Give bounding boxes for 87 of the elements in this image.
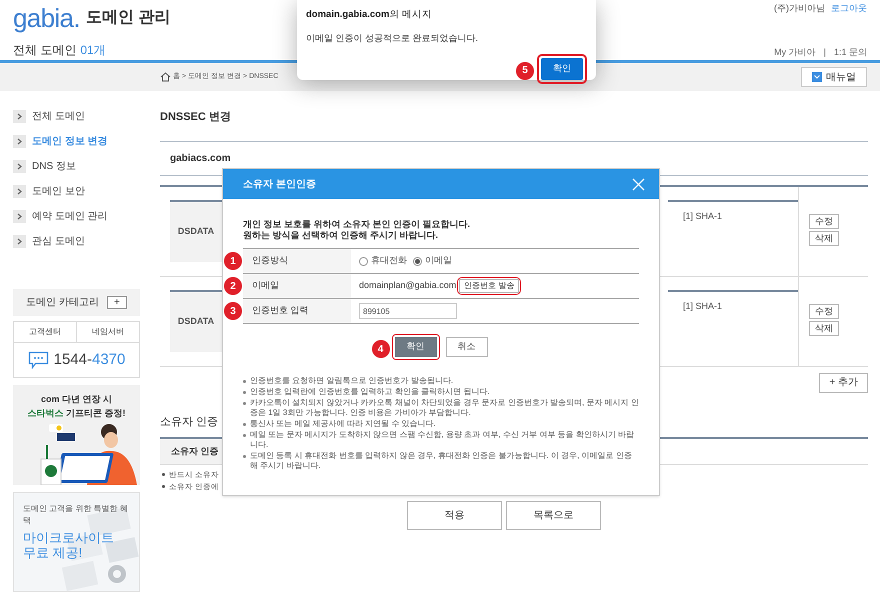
bullet-icon <box>243 455 246 458</box>
domain-count: 01개 <box>80 42 106 59</box>
microsite-headline: 마이크로사이트 <box>23 530 115 545</box>
intro-text: 개인 정보 보호를 위하여 소유자 본인 인증이 필요합니다. <box>243 219 472 230</box>
sidebar-item[interactable]: DNS 정보 <box>32 159 76 174</box>
intro-text: 원하는 방식을 선택하여 인증해 주시기 바랍니다. <box>243 230 440 241</box>
dialog-button[interactable]: 확인 <box>394 337 436 357</box>
sidebar-item[interactable]: 전체 도메인 <box>32 109 85 124</box>
add-record-button[interactable]: + 추가 <box>819 372 868 392</box>
step-marker: 2 <box>224 277 242 295</box>
radio-option[interactable]: 이메일 <box>413 254 452 268</box>
record-action-button[interactable]: 수정 <box>809 214 839 228</box>
alert-title: domain.gabia.com의 메시지 <box>306 8 434 22</box>
promo-banner[interactable]: com 다년 연장 시 스타벅스 기프티콘 증정! <box>13 385 140 485</box>
digest-cell: [1] SHA-1 <box>668 290 798 352</box>
field-label: 이메일 <box>243 274 351 298</box>
chevron-icon <box>13 235 26 248</box>
bullet-icon <box>243 391 246 394</box>
email-value: domainplan@gabia.com <box>359 279 456 292</box>
bullet-icon <box>243 402 246 405</box>
alert-ok-button[interactable]: 확인 <box>541 58 583 80</box>
record-type-cell: DSDATA <box>170 290 222 352</box>
bullet-icon <box>162 485 165 488</box>
field-label: 인증방식 <box>243 249 351 273</box>
record-action-button[interactable]: 수정 <box>809 304 839 318</box>
notice-text: 인증번호를 요청하면 알림톡으로 인증번호가 발송됩니다. <box>250 376 454 386</box>
notice-text: 인증번호 입력란에 인증번호를 입력하고 확인을 클릭하시면 됩니다. <box>250 387 490 397</box>
header-link[interactable]: My 가비아 <box>774 46 816 59</box>
home-icon[interactable] <box>160 72 171 82</box>
section-title: 소유자 인증 <box>160 414 218 430</box>
chat-icon <box>28 351 49 369</box>
radio-button[interactable] <box>359 256 368 266</box>
header-link[interactable]: 1:1 문의 <box>834 46 867 59</box>
page-title: DNSSEC 변경 <box>160 110 232 125</box>
promo-text: com 다년 연장 시 <box>40 393 112 406</box>
form-button[interactable]: 목록으로 <box>506 500 601 530</box>
field-label: 인증번호 입력 <box>243 299 351 323</box>
chevron-icon <box>13 185 26 198</box>
bullet-icon <box>162 473 165 476</box>
logo[interactable]: gabia. <box>13 4 80 32</box>
sidebar-item[interactable]: 도메인 보안 <box>32 184 85 199</box>
add-category-button[interactable]: + <box>106 296 127 309</box>
microsite-caption: 도메인 고객을 위한 특별한 혜택 <box>23 503 129 527</box>
bullet-icon <box>243 434 246 437</box>
sidebar-item[interactable]: 예약 도메인 관리 <box>32 209 108 224</box>
dialog-title: 소유자 본인인증 <box>243 178 316 192</box>
notice-text: 통신사 또는 메일 제공사에 따라 지연될 수 있습니다. <box>250 419 436 429</box>
form-button[interactable]: 적용 <box>407 500 502 530</box>
alert-message: 이메일 인증이 성공적으로 완료되었습니다. <box>306 32 480 46</box>
manual-button[interactable]: 매뉴얼 <box>801 67 867 87</box>
record-action-button[interactable]: 삭제 <box>809 230 839 246</box>
notice-text: 도메인 등록 시 휴대전화 번호를 입력하지 않은 경우, 휴대전화 인증은 불가능합니다. 이 경우, 이메일로 인증해 주시기 바랍니다. <box>250 451 633 471</box>
radio-option[interactable]: 휴대전화 <box>359 254 407 268</box>
step-marker: 3 <box>224 302 242 320</box>
user-name: (주)가비아님 <box>774 2 825 15</box>
send-code-button[interactable]: 인증번호 발송 <box>459 279 520 293</box>
record-action-button[interactable]: 삭제 <box>809 320 839 336</box>
support-tab[interactable]: 고객센터 <box>14 322 77 342</box>
notice-text: 메일 또는 문자 메시지가 도착하지 않으면 스팸 수신함, 용량 초과 여부, 수신 거부 여부 등을 확인하시기 바랍니다. <box>250 430 636 450</box>
chevron-icon <box>13 160 26 173</box>
sidebar-item[interactable]: 관심 도메인 <box>32 234 85 249</box>
bullet-icon <box>243 380 246 383</box>
radio-button[interactable] <box>413 256 422 266</box>
record-type-cell: DSDATA <box>170 200 222 262</box>
chevron-icon <box>13 135 26 148</box>
code-input[interactable]: 899105 <box>359 303 457 319</box>
close-button[interactable] <box>631 177 645 191</box>
app-title: 도메인 관리 <box>86 8 170 28</box>
step-marker: 5 <box>516 62 534 80</box>
bullet-icon <box>243 423 246 426</box>
digest-cell: [1] SHA-1 <box>668 200 798 262</box>
chevron-icon <box>13 110 26 123</box>
chevron-icon <box>13 210 26 223</box>
microsite-headline: 무료 제공! <box>23 545 84 560</box>
category-label: 도메인 카테고리 <box>26 296 99 310</box>
notice-text: 카카오톡이 설치되지 않았거나 카카오톡 채널이 차단되었을 경우 문자로 인증번호가 발송되며, 문자 메시지 인증은 1일 3회만 가능합니다. 인증 비용은 가비아가 부담합니다. <box>250 398 639 418</box>
promo-text: 스타벅스 기프티콘 증정! <box>28 406 126 420</box>
step-marker: 1 <box>224 252 242 270</box>
link-separator: | <box>824 46 826 59</box>
support-tab[interactable]: 네임서버 <box>77 322 139 342</box>
dialog-button[interactable]: 취소 <box>446 337 488 357</box>
phone-number: 1544-4370 <box>54 350 126 370</box>
dropdown-icon <box>812 72 822 82</box>
domain-name: gabiacs.com <box>170 152 231 166</box>
domain-count-label: 전체 도메인 <box>13 42 76 59</box>
microsite-banner[interactable]: 도메인 고객을 위한 특별한 혜택 마이크로사이트 무료 제공! <box>13 492 140 592</box>
step-marker: 4 <box>372 340 390 358</box>
